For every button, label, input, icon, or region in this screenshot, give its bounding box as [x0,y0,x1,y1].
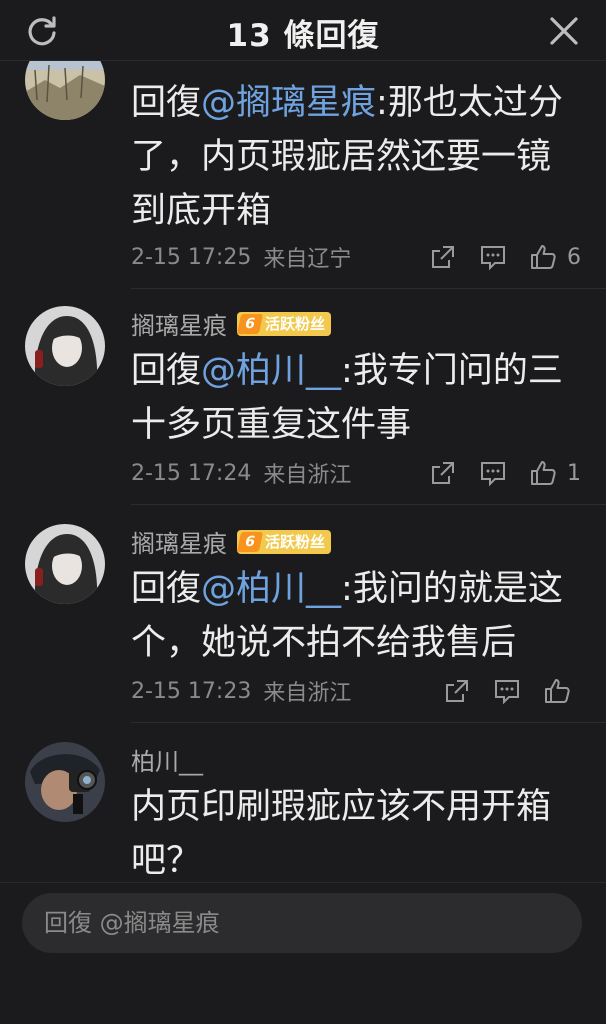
comment-icon [495,680,519,705]
timestamp: 2-15 17:25 [131,244,252,270]
username-row: 柏川__ [131,742,203,777]
share-button[interactable] [429,243,457,271]
share-button[interactable] [429,459,457,487]
location: 来自浙江 [263,681,352,706]
username[interactable]: 柏川__ [131,742,203,777]
reply-meta: 2-15 17:23 来自浙江 [131,674,581,708]
reply-meta: 2-15 17:24 来自浙江 1 [131,456,581,490]
username[interactable]: 搁璃星痕 [131,524,227,559]
close-icon[interactable] [546,13,582,49]
reply-meta: 2-15 17:25 来自辽宁 6 [131,240,581,274]
thumbs-up-icon [531,245,556,269]
comment-icon [481,462,505,487]
mention-link[interactable]: @搁璃星痕 [201,83,376,123]
like-button[interactable]: 1 [529,459,581,487]
like-count: 6 [567,244,581,270]
location: 来自辽宁 [263,247,352,272]
timestamp: 2-15 17:24 [131,460,252,486]
badge-level: 6 [236,531,264,552]
header-bar: 13 條回復 [0,0,606,61]
fan-badge[interactable]: 6 活跃粉丝 [236,529,332,554]
page-title: 13 條回復 [226,18,380,54]
reply-text: 回復@柏川__:我问的就是这个，她说不拍不给我售后 [131,569,563,663]
reply-text: 回復@柏川__:我专门问的三十多页重复这件事 [131,351,563,445]
share-button[interactable] [443,677,471,705]
share-icon [432,462,454,484]
badge-label: 活跃粉丝 [265,315,326,333]
fan-badge[interactable]: 6 活跃粉丝 [236,311,332,336]
comment-button[interactable] [479,459,507,487]
reply-text: 回復@搁璃星痕:那也太过分了，内页瑕疵居然还要一镜到底开箱 [131,83,563,231]
comment-icon [481,246,505,271]
comment-button[interactable] [493,677,521,705]
thumbs-up-icon [545,679,570,703]
divider [131,722,606,723]
avatar[interactable] [25,60,105,120]
avatar[interactable] [25,524,105,604]
like-count: 1 [567,460,581,486]
thumbs-up-icon [531,461,556,485]
comment-button[interactable] [479,243,507,271]
badge-level: 6 [236,313,264,334]
avatar[interactable] [25,306,105,386]
like-button[interactable]: 6 [529,243,581,271]
reply-bar [0,882,606,1024]
avatar[interactable] [25,742,105,822]
username-row: 搁璃星痕 6 活跃粉丝 [131,524,332,559]
mention-link[interactable]: @柏川__ [201,351,341,391]
divider [131,504,606,505]
username[interactable]: 搁璃星痕 [131,306,227,341]
like-button[interactable] [543,677,581,705]
timestamp: 2-15 17:23 [131,678,252,704]
reply-list[interactable]: 回復@搁璃星痕:那也太过分了，内页瑕疵居然还要一镜到底开箱 2-15 17:25… [0,60,606,882]
reply-text: 内页印刷瑕疵应该不用开箱吧？ [131,787,552,881]
reply-input[interactable] [22,893,582,953]
username-row: 搁璃星痕 6 活跃粉丝 [131,306,332,341]
badge-label: 活跃粉丝 [265,533,326,551]
divider [131,288,606,289]
share-icon [432,246,454,268]
mention-link[interactable]: @柏川__ [201,569,341,609]
location: 来自浙江 [263,463,352,488]
share-icon [446,680,468,702]
